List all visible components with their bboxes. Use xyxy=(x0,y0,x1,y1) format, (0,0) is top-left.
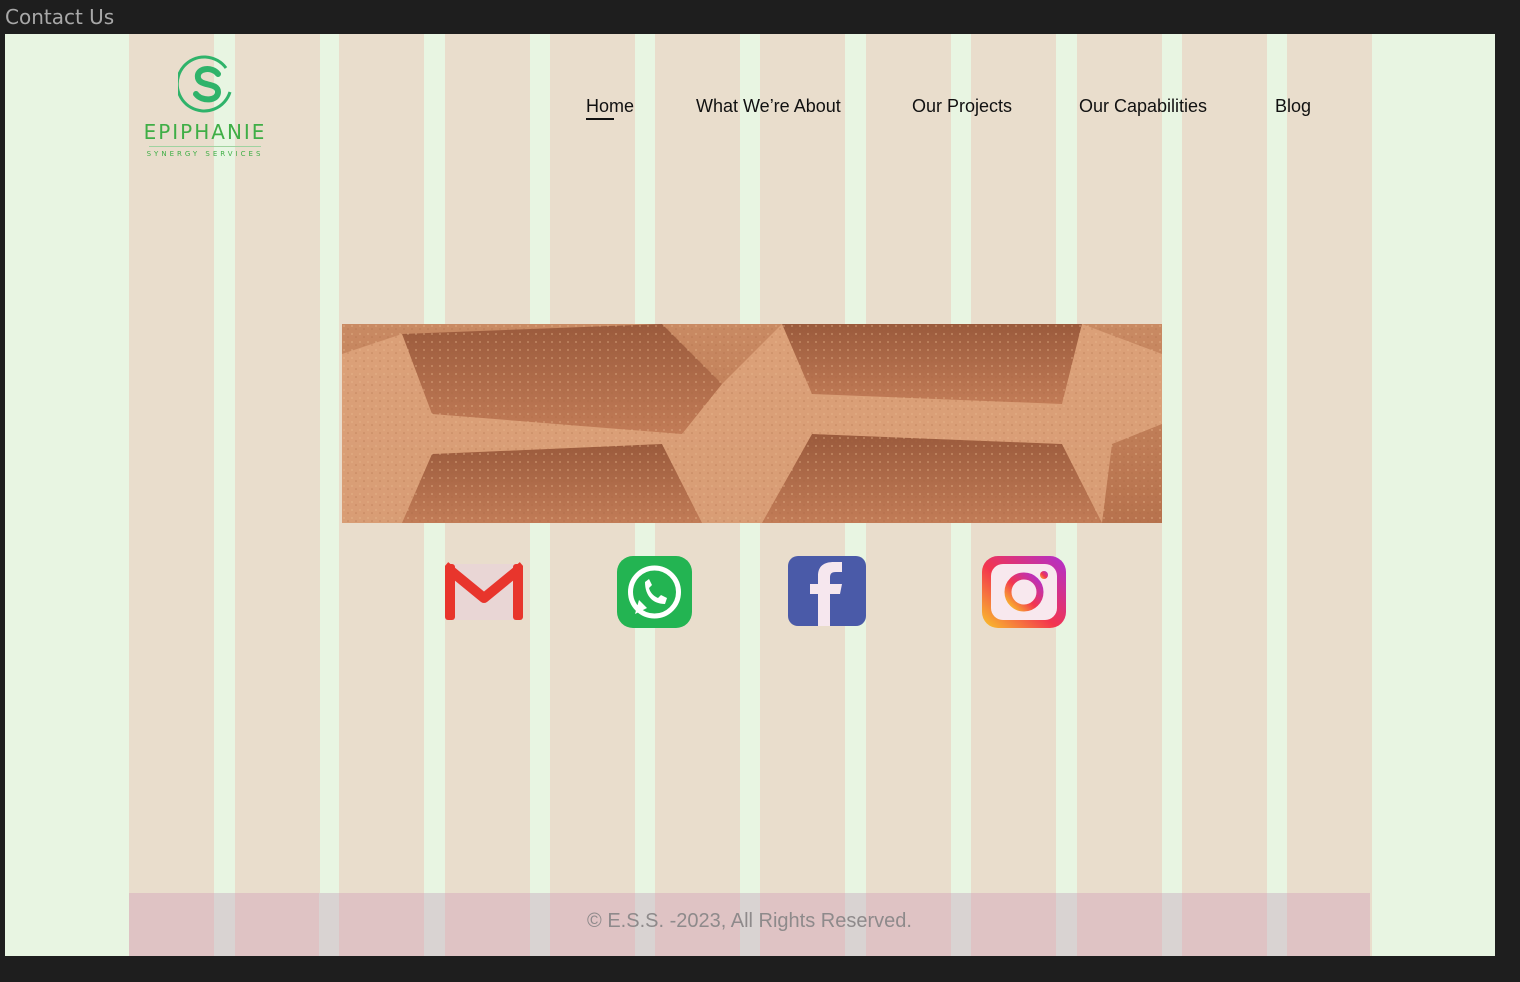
logo-divider xyxy=(149,146,261,147)
logo-subtitle: SYNERGY SERVICES xyxy=(146,150,264,158)
nav-what-were-about[interactable]: What We’re About xyxy=(696,96,841,117)
nav-our-capabilities[interactable]: Our Capabilities xyxy=(1079,96,1207,117)
frame-title: Contact Us xyxy=(5,5,115,29)
main-nav: Home What We’re About Our Projects Our C… xyxy=(5,96,1495,126)
whatsapp-icon[interactable] xyxy=(617,556,692,633)
facebook-icon[interactable] xyxy=(788,556,866,631)
nav-home[interactable]: Home xyxy=(586,96,634,120)
copyright-text: © E.S.S. -2023, All Rights Reserved. xyxy=(587,910,912,932)
instagram-icon[interactable] xyxy=(982,556,1066,633)
nav-our-projects[interactable]: Our Projects xyxy=(912,96,1012,117)
hero-image xyxy=(342,324,1162,523)
footer: © E.S.S. -2023, All Rights Reserved. xyxy=(129,893,1370,956)
artboard: EPIPHANIE SYNERGY SERVICES Home What We’… xyxy=(5,34,1495,956)
nav-blog[interactable]: Blog xyxy=(1275,96,1311,117)
brick-texture-image xyxy=(342,324,1162,523)
gmail-icon[interactable] xyxy=(441,562,527,627)
